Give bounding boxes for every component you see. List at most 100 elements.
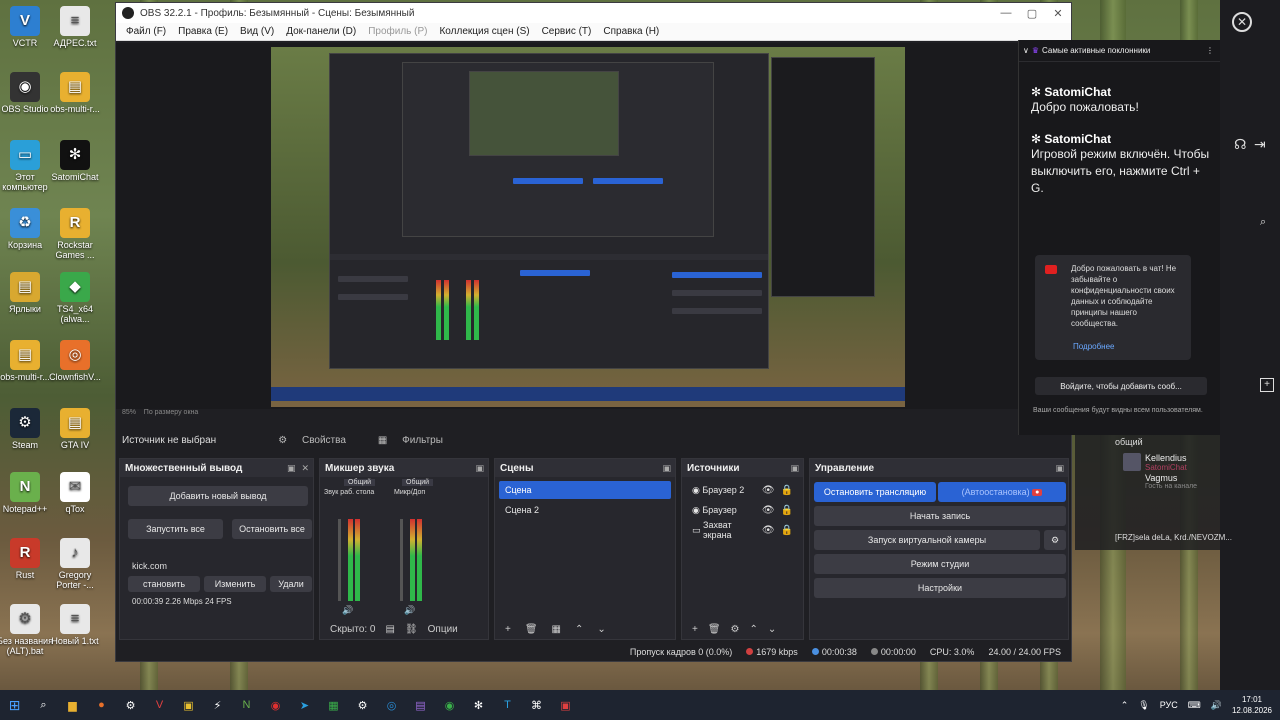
voice-channel[interactable]: общий [1115, 437, 1143, 447]
search-icon[interactable]: ⌕ [32, 694, 56, 716]
notepad-icon[interactable]: N [235, 694, 259, 716]
dock-float-icon[interactable]: ▣ [662, 463, 671, 474]
properties-button[interactable]: ⚙ Свойства [266, 433, 358, 448]
start-all-button[interactable]: Запустить все [128, 519, 223, 539]
desktop-icon[interactable]: ▤ obs-multi-r... [0, 340, 53, 382]
desktop-icon[interactable]: ≡ Новый 1.txt [47, 604, 103, 646]
lock-icon[interactable]: 🔒 [781, 485, 793, 496]
user-name[interactable]: Vagmus [1145, 473, 1177, 483]
desktop-icon[interactable]: ≡ АДРЕС.txt [47, 6, 103, 48]
desktop-icon[interactable]: R Rust [0, 538, 53, 580]
add-scene-icon[interactable]: + [505, 624, 511, 635]
desktop-icon[interactable]: ▤ Ярлыки [0, 272, 53, 314]
desktop-icon[interactable]: ▭ Этот компьютер [0, 140, 53, 192]
clock[interactable]: 17:01 12.08.2026 [1232, 694, 1272, 716]
lock-icon[interactable]: 🔒 [781, 525, 793, 536]
lock-icon[interactable]: 🔒 [781, 505, 793, 516]
volume-icon[interactable]: 🔊 [1211, 700, 1222, 711]
app-icon[interactable]: T [496, 694, 520, 716]
gear-icon[interactable]: ⚙ [731, 624, 740, 635]
arrow-down-icon[interactable]: ⌄ [768, 624, 776, 635]
desktop-icon[interactable]: ◉ OBS Studio [0, 72, 53, 114]
speaker-icon[interactable]: 🔊 [342, 605, 353, 616]
studio-mode-button[interactable]: Режим студии [814, 554, 1066, 574]
source-item[interactable]: ◉ Браузер 👁 🔒 [686, 501, 799, 519]
add-icon[interactable]: + [1260, 378, 1274, 392]
steam-icon[interactable]: ⚙ [351, 694, 375, 716]
close-circle-icon[interactable]: ✕ [1232, 12, 1252, 32]
menu-file[interactable]: Файл (F) [120, 26, 172, 37]
app-icon[interactable]: ◎ [380, 694, 404, 716]
desktop-icon[interactable]: ▤ obs-multi-r... [47, 72, 103, 114]
dock-float-icon[interactable]: ▣ [475, 463, 484, 474]
network-icon[interactable]: ⌨ [1188, 700, 1201, 711]
hidden-count[interactable]: Скрыто: 0 [330, 624, 376, 635]
dock-float-icon[interactable]: ▣ [287, 463, 296, 474]
link-icon[interactable]: ⛓ [405, 624, 418, 635]
channel-item[interactable]: [FRZ]sela deLa, Krd./NEVOZM... [1115, 533, 1232, 542]
zoom-level[interactable]: 85% [122, 409, 136, 416]
output-stop-button[interactable]: становить [128, 576, 200, 592]
trash-icon[interactable]: 🗑 [708, 624, 721, 635]
obs-icon[interactable]: ◉ [264, 694, 288, 716]
eye-icon[interactable]: 👁 [762, 505, 775, 516]
maximize-button[interactable]: ▢ [1019, 7, 1045, 20]
menu-view[interactable]: Вид (V) [234, 26, 280, 37]
gear-icon[interactable]: ⚙ [1044, 530, 1066, 550]
exit-icon[interactable]: ⇥ [1254, 136, 1266, 153]
login-button[interactable]: Войдите, чтобы добавить сооб... [1035, 377, 1207, 395]
zoom-mode[interactable]: По размеру окна [144, 409, 198, 416]
app-icon[interactable]: ▣ [177, 694, 201, 716]
desktop-icon[interactable]: ⚙ Без названия (ALT).bat [0, 604, 53, 656]
app-icon[interactable]: ⚡ [206, 694, 230, 716]
minimize-button[interactable]: — [993, 7, 1019, 20]
desktop-icon[interactable]: ⚙ Steam [0, 408, 53, 450]
desktop-icon[interactable]: ◆ TS4_x64 (alwa... [47, 272, 103, 324]
add-source-icon[interactable]: + [692, 624, 698, 635]
vivaldi-icon[interactable]: V [148, 694, 172, 716]
layout-icon[interactable]: ▤ [386, 624, 395, 635]
arrow-up-icon[interactable]: ⌃ [575, 624, 583, 635]
app-icon[interactable]: ⌘ [525, 694, 549, 716]
filter-icon[interactable]: ▦ [552, 624, 561, 635]
chevron-down-icon[interactable]: ∨ [1023, 46, 1029, 55]
filters-button[interactable]: ▦ Фильтры [366, 433, 455, 448]
desktop-icon[interactable]: ✻ SatomiChat [47, 140, 103, 182]
desktop-icon[interactable]: ▤ GTA IV [47, 408, 103, 450]
source-item[interactable]: ▭ Захват экрана 👁 🔒 [686, 520, 799, 540]
menu-tools[interactable]: Сервис (T) [536, 26, 598, 37]
virtual-camera-button[interactable]: Запуск виртуальной камеры [814, 530, 1040, 550]
settings-button[interactable]: Настройки [814, 578, 1066, 598]
chat-username[interactable]: SatomiChat [1044, 85, 1111, 99]
add-output-button[interactable]: Добавить новый вывод [128, 486, 308, 506]
more-icon[interactable]: ⋮ [1206, 46, 1220, 55]
channel-name[interactable]: Звук раб. стола [324, 489, 374, 496]
headphones-icon[interactable]: ☊ [1234, 136, 1246, 153]
desktop-icon[interactable]: ✉ qTox [47, 472, 103, 514]
app-icon[interactable]: ▤ [409, 694, 433, 716]
arrow-down-icon[interactable]: ⌄ [597, 624, 605, 635]
output-edit-button[interactable]: Изменить [204, 576, 266, 592]
user-name[interactable]: Kellendius [1145, 453, 1187, 463]
volume-slider[interactable] [400, 519, 403, 601]
menu-profile[interactable]: Профиль (P) [362, 26, 433, 37]
language-indicator[interactable]: РУС [1160, 700, 1178, 710]
app-icon[interactable]: ▦ [322, 694, 346, 716]
scene-item[interactable]: Сцена [499, 481, 671, 499]
desktop-icon[interactable]: N Notepad++ [0, 472, 53, 514]
volume-slider[interactable] [338, 519, 341, 601]
windows-start-icon[interactable]: ⊞ [3, 694, 27, 716]
source-item[interactable]: ◉ Браузер 2 👁 🔒 [686, 481, 799, 499]
trash-icon[interactable]: 🗑 [525, 624, 538, 635]
learn-more-link[interactable]: Подробнее [1073, 341, 1115, 352]
chat-username[interactable]: SatomiChat [1044, 132, 1111, 146]
arrow-up-icon[interactable]: ⌃ [750, 624, 758, 635]
close-button[interactable]: ✕ [1045, 7, 1071, 20]
desktop-icon[interactable]: V VCTR [0, 6, 53, 48]
start-record-button[interactable]: Начать запись [814, 506, 1066, 526]
stop-stream-button[interactable]: Остановить трансляцию [814, 482, 936, 502]
satomichat-icon[interactable]: ✻ [467, 694, 491, 716]
desktop-icon[interactable]: ◎ ClownfishV... [47, 340, 103, 382]
speaker-icon[interactable]: 🔊 [404, 605, 415, 616]
dock-float-icon[interactable]: ▣ [1055, 463, 1064, 474]
